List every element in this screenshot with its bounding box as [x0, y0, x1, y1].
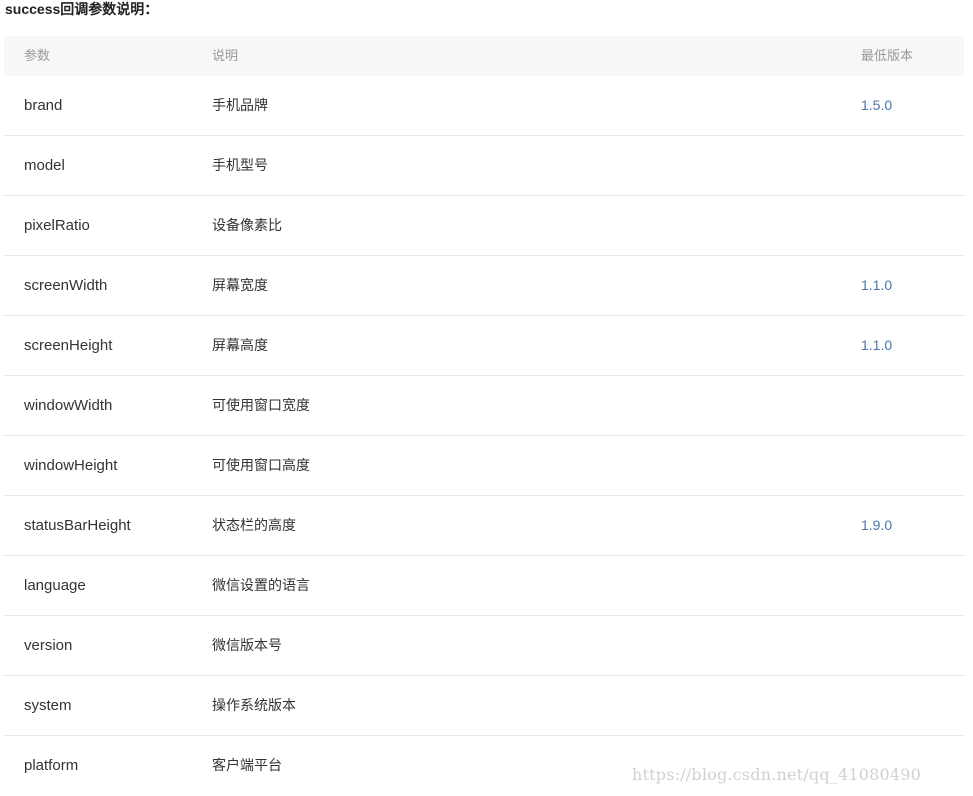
- param-name: windowWidth: [24, 397, 113, 414]
- watermark: https://blog.csdn.net/qq_41080490: [632, 765, 922, 784]
- param-desc: 设备像素比: [212, 217, 282, 233]
- param-desc: 可使用窗口高度: [212, 457, 310, 473]
- param-desc: 操作系统版本: [212, 697, 296, 713]
- param-name: screenHeight: [24, 337, 113, 354]
- param-name: platform: [24, 757, 79, 774]
- param-name: model: [24, 157, 65, 174]
- min-version-link[interactable]: 1.1.0: [861, 256, 892, 315]
- table-row: screenHeight 屏幕高度 1.1.0: [4, 316, 964, 376]
- param-name: version: [24, 637, 73, 654]
- table-row: windowHeight 可使用窗口高度: [4, 436, 964, 496]
- table-row: version 微信版本号: [4, 616, 964, 676]
- param-desc: 可使用窗口宽度: [212, 397, 310, 413]
- param-name: brand: [24, 97, 63, 114]
- param-desc: 状态栏的高度: [212, 517, 296, 533]
- table-row: system 操作系统版本: [4, 676, 964, 736]
- table-row: statusBarHeight 状态栏的高度 1.9.0: [4, 496, 964, 556]
- param-name: statusBarHeight: [24, 517, 131, 534]
- param-desc: 手机品牌: [212, 97, 268, 113]
- header-desc: 说明: [212, 48, 239, 63]
- param-desc: 微信设置的语言: [212, 577, 310, 593]
- min-version-link[interactable]: 1.1.0: [861, 316, 892, 375]
- param-name: pixelRatio: [24, 217, 90, 234]
- min-version-link[interactable]: 1.9.0: [861, 496, 892, 555]
- params-table: 参数 说明 最低版本 brand 手机品牌 1.5.0 model 手机型号 p…: [4, 36, 964, 796]
- param-name: system: [24, 697, 72, 714]
- table-row: model 手机型号: [4, 136, 964, 196]
- param-name: screenWidth: [24, 277, 108, 294]
- header-param: 参数: [24, 48, 51, 63]
- param-name: language: [24, 577, 86, 594]
- section-title: success回调参数说明：: [5, 1, 159, 17]
- header-version: 最低版本: [861, 48, 914, 63]
- table-row: brand 手机品牌 1.5.0: [4, 76, 964, 136]
- param-desc: 客户端平台: [212, 757, 282, 773]
- param-desc: 屏幕宽度: [212, 277, 268, 293]
- param-name: windowHeight: [24, 457, 118, 474]
- param-desc: 屏幕高度: [212, 337, 268, 353]
- table-header: 参数 说明 最低版本: [4, 36, 964, 76]
- table-row: windowWidth 可使用窗口宽度: [4, 376, 964, 436]
- min-version-link[interactable]: 1.5.0: [861, 76, 892, 135]
- table-row: screenWidth 屏幕宽度 1.1.0: [4, 256, 964, 316]
- table-row: pixelRatio 设备像素比: [4, 196, 964, 256]
- table-row: language 微信设置的语言: [4, 556, 964, 616]
- param-desc: 微信版本号: [212, 637, 282, 653]
- param-desc: 手机型号: [212, 157, 268, 173]
